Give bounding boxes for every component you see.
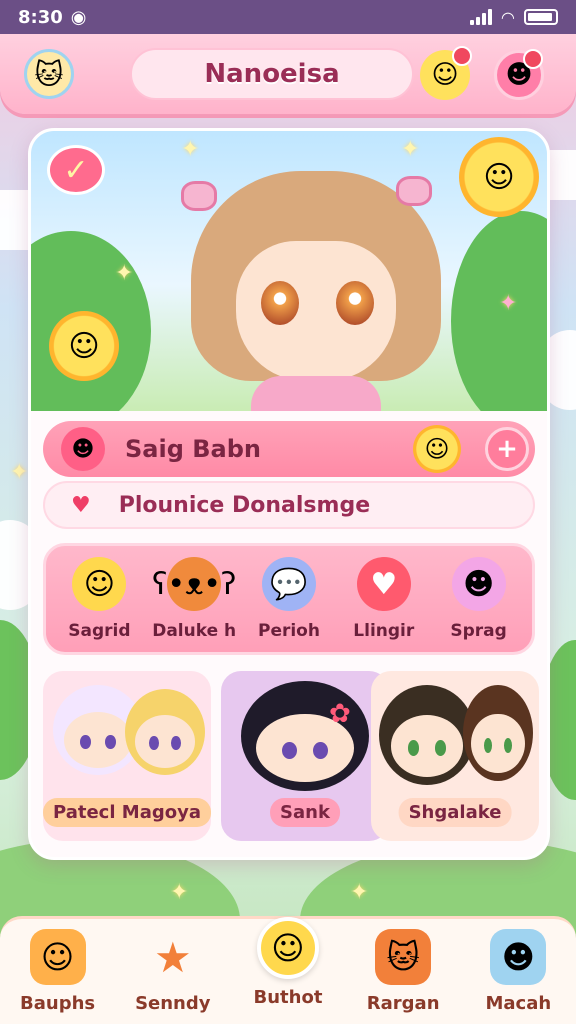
signal-icon (469, 9, 492, 25)
app-header: 🐱 Nanoeisa ☺ ☻ (0, 34, 576, 114)
nav-item-home[interactable]: ☺ Buthot (238, 917, 338, 1008)
friend-name: Shgalake (398, 798, 512, 827)
status-bar: 8:30 ◉ ◠ (0, 0, 576, 34)
nav-item[interactable]: ☻ Macah (468, 929, 568, 1014)
nav-item[interactable]: ☺ Bauphs (8, 929, 108, 1014)
nav-label: Senndy (135, 993, 211, 1014)
category-strip: ☺ Sagrid ʕ•ᴥ•ʔ Daluke h 💬 Perioh ♥ Lling… (43, 543, 535, 655)
add-button[interactable]: + (485, 427, 529, 471)
smiley-icon: ☺ (431, 60, 459, 90)
category-item[interactable]: 💬 Perioh (244, 557, 334, 641)
sun-face-icon: ☺ (413, 425, 461, 473)
secondary-row-label: Plounice Donalsmge (118, 492, 371, 518)
main-card: ☺ ☺ ✓ ✦ ✦ ✦ ✦ ☻ Saig Babn ☺ + ♥ Plounice… (28, 128, 550, 860)
friend-tile[interactable]: Shgalake (371, 671, 539, 841)
smiley-icon: ☺ (256, 917, 319, 979)
primary-row-label: Saig Babn (125, 435, 261, 463)
bunny-face-icon: ☻ (451, 557, 506, 611)
pink-creature-icon: ☻ (61, 427, 105, 471)
profile-button[interactable]: ☻ (494, 49, 544, 100)
category-label: Sprag (450, 621, 507, 641)
nav-label: Macah (485, 993, 552, 1014)
robot-icon: ☻ (490, 929, 547, 985)
category-label: Daluke h (152, 621, 237, 641)
hero-illustration: ☺ ☺ ✓ ✦ ✦ ✦ ✦ (31, 131, 547, 411)
category-item[interactable]: ☺ Sagrid (54, 557, 144, 641)
friend-name: Patecl Magoya (43, 798, 211, 827)
avatar (379, 685, 475, 785)
bottom-navigation: ☺ Bauphs ★ Senndy ☺ Buthot 🐱 Rargan ☻ Ma… (0, 916, 576, 1024)
mascot-avatar[interactable]: 🐱 (24, 49, 74, 99)
category-item[interactable]: ♥ Llingir (339, 557, 429, 641)
sun-face-icon: ☺ (49, 311, 119, 381)
nav-item[interactable]: 🐱 Rargan (353, 929, 453, 1014)
category-label: Llingir (353, 621, 415, 641)
nav-label: Rargan (366, 993, 440, 1014)
heart-icon: ♥ (356, 557, 411, 611)
sun-icon: ☺ (459, 137, 539, 217)
category-item[interactable]: ʕ•ᴥ•ʔ Daluke h (149, 557, 239, 641)
nav-label: Bauphs (20, 993, 96, 1014)
notification-dot (452, 46, 472, 66)
page-title: Nanoeisa (130, 48, 414, 100)
friend-name: Sank (270, 798, 340, 827)
bear-face-icon: ʕ•ᴥ•ʔ (152, 557, 236, 611)
status-time: 8:30 (18, 6, 63, 28)
friend-tile[interactable]: Patecl Magoya (43, 671, 211, 841)
category-label: Sagrid (68, 621, 131, 641)
category-item[interactable]: ☻ Sprag (434, 557, 524, 641)
flower-icon: ✿ (329, 699, 351, 729)
wifi-icon: ◠ (501, 7, 514, 27)
cat-face-icon: 🐱 (34, 57, 64, 91)
avatar (241, 681, 369, 791)
emoji-button[interactable]: ☺ (420, 46, 472, 100)
sun-face-icon: ☺ (72, 557, 127, 611)
notification-icon: ◉ (70, 6, 87, 28)
primary-row[interactable]: ☻ Saig Babn ☺ + (43, 421, 535, 477)
profile-notification-dot (523, 49, 543, 69)
friend-tile[interactable]: ✿ Sank (221, 671, 389, 841)
hair-bow-icon (181, 181, 217, 211)
battery-icon (524, 9, 558, 25)
hair-bow-icon (396, 176, 432, 206)
category-label: Perioh (257, 621, 320, 641)
avatar (125, 689, 205, 775)
nav-label: Buthot (253, 987, 323, 1008)
nav-item[interactable]: ★ Senndy (123, 929, 223, 1015)
secondary-row[interactable]: ♥ Plounice Donalsmge (43, 481, 535, 529)
avatar (463, 685, 533, 781)
star-icon: ★ (153, 932, 192, 982)
cat-icon: 🐱 (375, 929, 432, 985)
chibi-girl-illustration (181, 171, 441, 411)
heart-icon: ♥ (71, 492, 91, 518)
check-badge-icon[interactable]: ✓ (47, 145, 105, 195)
speech-bubble-icon: 💬 (261, 557, 316, 611)
speech-icon: ☺ (29, 929, 86, 985)
